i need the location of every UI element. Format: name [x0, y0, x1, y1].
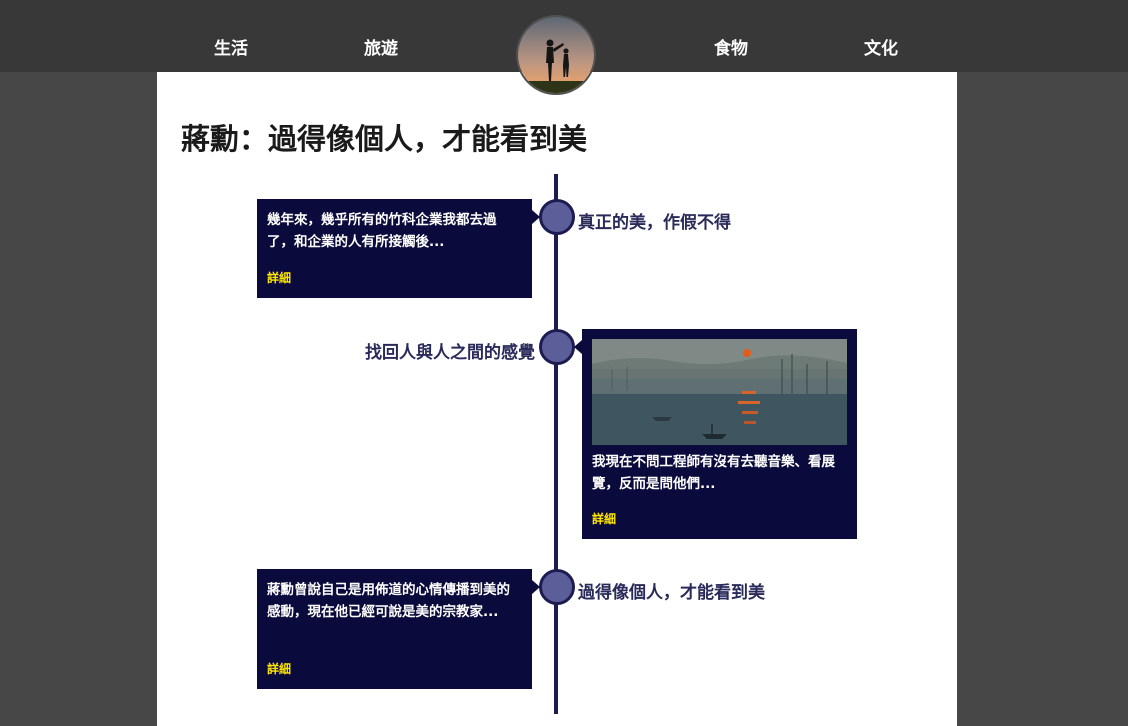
details-link[interactable]: 詳細	[267, 660, 291, 677]
timeline-node	[539, 199, 575, 235]
timeline-heading: 過得像個人，才能看到美	[578, 583, 765, 603]
timeline-card: 蔣勳曾說自己是用佈道的心情傳播到美的感動，現在他已經可說是美的宗教家... 詳細	[257, 569, 532, 689]
nav-item-culture[interactable]: 文化	[864, 34, 898, 59]
card-excerpt: 幾年來，幾乎所有的竹科企業我都去過了，和企業的人有所接觸後...	[267, 212, 497, 250]
article-panel: 蔣勳：過得像個人，才能看到美 真正的美，作假不得 幾年來，幾乎所有的竹科企業我都…	[157, 72, 957, 726]
timeline-node	[539, 569, 575, 605]
timeline-heading: 真正的美，作假不得	[578, 213, 731, 233]
timeline-card: 幾年來，幾乎所有的竹科企業我都去過了，和企業的人有所接觸後... 詳細	[257, 199, 532, 298]
timeline-line	[554, 174, 558, 714]
card-excerpt: 我現在不問工程師有沒有去聽音樂、看展覽，反而是問他們...	[592, 454, 835, 492]
card-excerpt: 蔣勳曾說自己是用佈道的心情傳播到美的感動，現在他已經可說是美的宗教家...	[267, 582, 510, 620]
card-pointer	[532, 210, 540, 224]
timeline-node	[539, 329, 575, 365]
card-pointer	[574, 340, 582, 354]
nav-item-travel[interactable]: 旅遊	[364, 34, 398, 59]
page-title: 蔣勳：過得像個人，才能看到美	[181, 122, 588, 156]
site-logo[interactable]	[516, 15, 596, 95]
details-link[interactable]: 詳細	[267, 269, 291, 286]
timeline-heading: 找回人與人之間的感覺	[365, 343, 535, 363]
timeline-card: 我現在不問工程師有沒有去聽音樂、看展覽，反而是問他們... 詳細	[582, 329, 857, 539]
nav-item-life[interactable]: 生活	[214, 34, 248, 59]
impressionist-painting-image	[592, 339, 847, 445]
details-link[interactable]: 詳細	[592, 510, 616, 527]
nav-item-food[interactable]: 食物	[714, 34, 748, 59]
card-pointer	[532, 580, 540, 594]
